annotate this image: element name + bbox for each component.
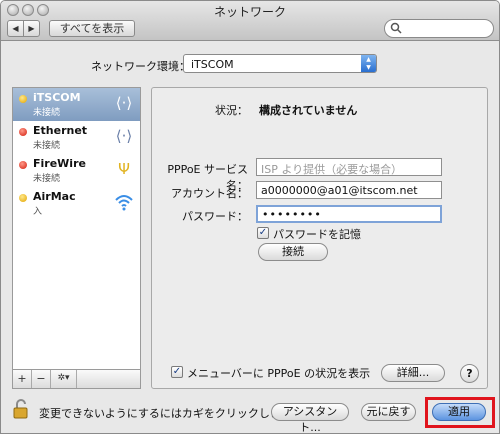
service-status: 入 — [33, 207, 43, 217]
status-dot-yellow — [19, 194, 27, 202]
remove-service-button[interactable]: − — [32, 370, 51, 388]
account-name-label: アカウント名： — [171, 187, 248, 200]
forward-button[interactable]: ▶ — [23, 20, 40, 37]
show-all-button[interactable]: すべてを表示 — [49, 20, 135, 37]
location-label: ネットワーク環境： — [91, 60, 190, 73]
account-name-input[interactable]: a0000000@a01@itscom.net — [256, 181, 442, 199]
remember-password-label: パスワードを記憶 — [273, 228, 361, 241]
title-bar: ネットワーク ◀ ▶ すべてを表示 — [1, 1, 499, 41]
action-menu-button[interactable]: ✲▾ — [51, 370, 77, 388]
apply-highlight-box — [425, 397, 495, 428]
status-dot-red — [19, 128, 27, 136]
remember-password-checkbox[interactable]: ✓ — [257, 227, 269, 239]
wifi-icon — [115, 195, 133, 211]
location-value: iTSCOM — [191, 58, 234, 71]
lock-hint-text: 変更できないようにするにはカギをクリックします。 — [39, 407, 302, 420]
status-value: 構成されていません — [259, 104, 358, 117]
detail-panel: 状況： 構成されていません PPPoE サービス名： ISP より提供（必要な場… — [151, 87, 488, 389]
location-select[interactable]: iTSCOM ▲ ▼ — [183, 54, 377, 73]
service-item-airmac[interactable]: AirMac 入 — [13, 187, 140, 220]
help-button[interactable]: ? — [460, 364, 479, 383]
pppoe-service-input[interactable]: ISP より提供（必要な場合） — [256, 158, 442, 176]
service-status: 未接続 — [33, 141, 61, 151]
service-list-toolbar: + − ✲▾ — [12, 370, 141, 389]
show-in-menubar-label: メニューバーに PPPoE の状況を表示 — [187, 367, 371, 380]
firewire-icon: Ψ — [118, 160, 130, 178]
back-button[interactable]: ◀ — [7, 20, 24, 37]
unlocked-padlock-icon[interactable] — [13, 399, 30, 419]
service-item-itscom[interactable]: iTSCOM 未接続 ⟨·⟩ — [13, 88, 140, 121]
search-field[interactable] — [384, 19, 494, 38]
status-dot-red — [19, 161, 27, 169]
network-preferences-window: ネットワーク ◀ ▶ すべてを表示 ネットワーク環境： iTSCOM ▲ ▼ iT… — [0, 0, 500, 434]
show-in-menubar-checkbox[interactable]: ✓ — [171, 366, 183, 378]
window-title: ネットワーク — [213, 5, 286, 19]
connect-button[interactable]: 接続 — [258, 243, 328, 261]
pppoe-arrows-icon: ⟨·⟩ — [115, 94, 133, 112]
advanced-button[interactable]: 詳細... — [381, 364, 445, 382]
service-item-firewire[interactable]: FireWire 未接続 Ψ — [13, 154, 140, 187]
service-list: iTSCOM 未接続 ⟨·⟩ Ethernet 未接続 ⟨·⟩ FireWire… — [12, 87, 141, 370]
status-dot-yellow — [19, 95, 27, 103]
assistant-button[interactable]: アシスタント... — [271, 403, 349, 433]
service-status: 未接続 — [33, 174, 61, 184]
service-item-ethernet[interactable]: Ethernet 未接続 ⟨·⟩ — [13, 121, 140, 154]
service-name: AirMac — [33, 190, 76, 203]
revert-button[interactable]: 元に戻す — [361, 403, 416, 421]
up-down-arrows-icon: ▲ ▼ — [361, 55, 376, 72]
service-name: Ethernet — [33, 124, 88, 137]
password-input[interactable]: •••••••• — [256, 205, 442, 223]
service-name: FireWire — [33, 157, 86, 170]
password-label: パスワード： — [182, 210, 248, 223]
ethernet-arrows-icon: ⟨·⟩ — [115, 127, 133, 145]
search-icon — [390, 22, 402, 34]
add-service-button[interactable]: + — [13, 370, 32, 388]
service-status: 未接続 — [33, 108, 61, 118]
service-name: iTSCOM — [33, 91, 81, 104]
status-label: 状況： — [215, 104, 248, 117]
